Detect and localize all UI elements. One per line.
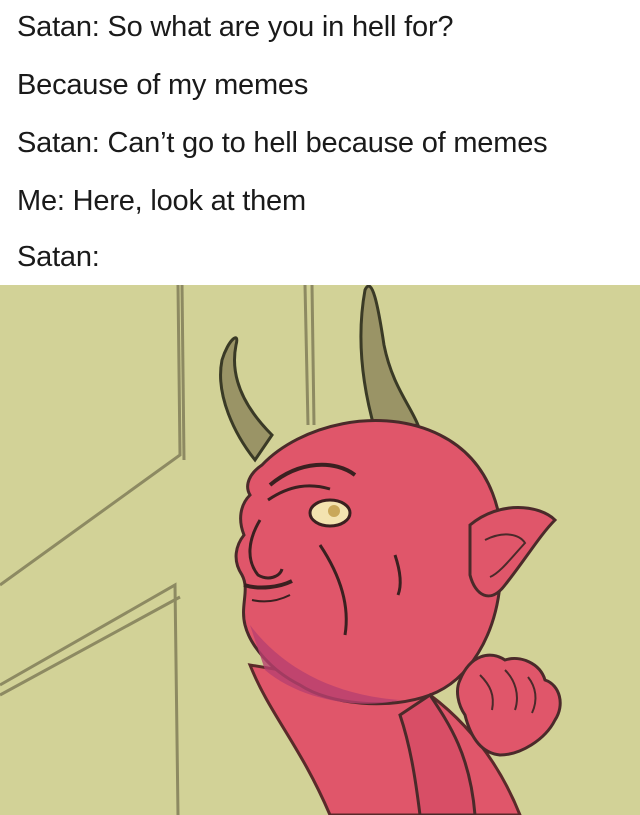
caption-text-block: Satan: So what are you in hell for? Beca… xyxy=(0,0,640,285)
caption-line-1: Satan: So what are you in hell for? xyxy=(17,11,454,43)
satan-drawing xyxy=(0,285,640,815)
satan-illustration xyxy=(0,285,640,815)
caption-line-2: Because of my memes xyxy=(17,69,309,101)
caption-line-5: Satan: xyxy=(17,241,100,273)
eye-iris xyxy=(328,505,340,517)
caption-line-4: Me: Here, look at them xyxy=(17,185,306,217)
caption-line-3: Satan: Can’t go to hell because of memes xyxy=(17,127,548,159)
